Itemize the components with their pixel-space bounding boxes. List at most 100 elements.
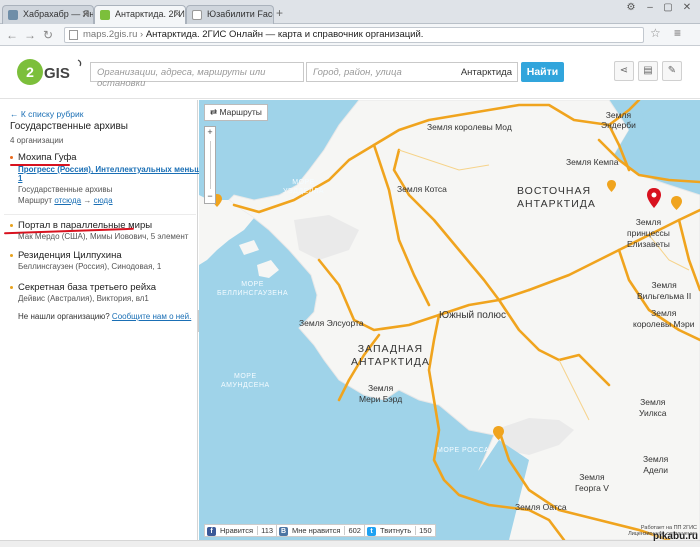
- org-count: 4 организации: [10, 136, 64, 145]
- tweet-button[interactable]: t Твитнуть 150: [364, 524, 436, 537]
- report-org-link[interactable]: Сообщите нам о ней.: [112, 312, 191, 321]
- location-input[interactable]: Город, район, улица Антарктида: [306, 62, 518, 82]
- route-from-link[interactable]: отсюда: [54, 196, 81, 205]
- org-category: Государственные архивы: [18, 185, 113, 194]
- location-value: Антарктида: [460, 67, 512, 78]
- not-found-note: Не нашли организацию? Сообщите нам о ней…: [18, 312, 191, 321]
- org-publisher-link[interactable]: Прогресс (Россия), Интеллектуальных мень…: [18, 165, 226, 174]
- zoom-out-button[interactable]: −: [205, 191, 215, 201]
- map-label-zemlya-korolevy-mod: Земля королевы Мод: [427, 122, 512, 132]
- map[interactable]: Земля Эндерби Земля королевы Мод Земля Ке…: [199, 100, 700, 540]
- org-address: Мак Мердо (США), Мимы Иовович, 5 элемент: [18, 232, 189, 241]
- share-icon[interactable]: ⋖: [614, 61, 634, 81]
- list-item[interactable]: Мохипа Гуфа Прогресс (Россия), Интеллект…: [10, 152, 226, 212]
- map-label-more-amundsena: МОРЕ АМУНДСЕНА: [221, 373, 270, 389]
- bookmark-star-icon[interactable]: ☆: [650, 26, 661, 40]
- island: [257, 260, 279, 278]
- tweet-label: Твитнуть: [380, 526, 412, 535]
- twitter-icon: t: [367, 527, 376, 536]
- map-label-zemlya-kotsa: Земля Котса: [397, 184, 447, 194]
- routes-button[interactable]: ⇄ Маршруты: [204, 104, 268, 121]
- org-address: Дейвис (Австралия), Виктория, вл1: [18, 294, 149, 303]
- close-tab-icon[interactable]: ✕: [81, 9, 89, 20]
- new-tab-icon[interactable]: +: [276, 6, 283, 20]
- not-found-text: Не нашли организацию?: [18, 312, 110, 321]
- org-name[interactable]: Мохипа Гуфа: [18, 152, 77, 163]
- close-window-icon[interactable]: ✕: [678, 2, 696, 16]
- url-title: Антарктида. 2ГИС Онлайн — карта и справо…: [145, 29, 424, 40]
- browser-menu-icon[interactable]: ≡: [674, 26, 681, 40]
- url-separator: ›: [137, 29, 146, 40]
- feedback-icon[interactable]: ✎: [662, 61, 682, 81]
- svg-text:GIS: GIS: [44, 65, 70, 82]
- svg-text:2: 2: [26, 64, 34, 80]
- minimize-icon[interactable]: –: [641, 2, 659, 16]
- url-host: maps.2gis.ru: [83, 29, 138, 40]
- map-label-zemlya-adeli: Земля Адели: [643, 454, 669, 475]
- map-marker-orange-icon[interactable]: [607, 180, 616, 192]
- zoom-in-button[interactable]: +: [205, 127, 215, 137]
- map-label-zemlya-meri-berd: Земля Мери Бэрд: [359, 383, 403, 404]
- print-icon[interactable]: ▤: [638, 61, 658, 81]
- map-label-zemlya-korolevy-meri: Земля королевы Мэри: [633, 308, 695, 329]
- settings-icon[interactable]: ⚙: [622, 2, 640, 16]
- route-arrow: →: [83, 196, 92, 205]
- org-name[interactable]: Резиденция Цилпухина: [18, 250, 122, 261]
- route-to-link[interactable]: сюда: [94, 196, 113, 205]
- org-name[interactable]: Секретная база третьего рейха: [18, 282, 156, 293]
- org-publisher-link-line2[interactable]: 1: [18, 174, 22, 183]
- 2gis-logo[interactable]: 2 GIS: [16, 56, 86, 88]
- coast-bay: [654, 100, 700, 160]
- bullet-icon: [10, 156, 13, 159]
- vk-icon: B: [279, 527, 288, 536]
- map-marker-orange-icon[interactable]: [671, 196, 682, 210]
- page-icon: [69, 30, 78, 40]
- tweet-count: 150: [415, 526, 432, 535]
- reload-icon[interactable]: ↻: [40, 27, 56, 43]
- page-favicon-icon: [192, 10, 202, 20]
- map-marker-red-icon[interactable]: [647, 188, 661, 208]
- map-label-yuzhny-polyus: Южный полюс: [439, 310, 506, 321]
- map-label-zemlya-elsuorta: Земля Элсуорта: [299, 318, 364, 328]
- vk-like-button[interactable]: B Мне нравится 602: [276, 524, 365, 537]
- habr-favicon-icon: [8, 10, 18, 20]
- facebook-icon: f: [207, 527, 216, 536]
- maximize-icon[interactable]: ▢: [659, 2, 677, 16]
- map-label-zapadnaya-antarktida: ЗАПАДНАЯ АНТАРКТИДА: [351, 343, 430, 368]
- watermark: pikabu.ru: [652, 531, 698, 542]
- map-marker-orange-icon[interactable]: [493, 426, 504, 440]
- url-field[interactable]: maps.2gis.ru › Антарктида. 2ГИС Онлайн —…: [64, 27, 644, 43]
- map-label-more-uedella: МОРЕ УЭДДЕЛЛА: [283, 179, 325, 195]
- map-label-zemlya-princessy-elizavety: Земля принцессы Елизаветы: [627, 217, 670, 249]
- map-label-zemlya-georga: Земля Георга V: [575, 472, 609, 493]
- browser-tab-title: Юзабилити Facebook…: [207, 9, 273, 19]
- back-icon[interactable]: ←: [4, 27, 20, 43]
- search-input[interactable]: Организации, адреса, маршруты или остано…: [90, 62, 304, 89]
- list-item[interactable]: Портал в параллельные миры Мак Мердо (СШ…: [4, 220, 196, 244]
- location-placeholder: Город, район, улица: [313, 67, 402, 78]
- map-label-zemlya-vilgelma: Земля Вильгельма II: [637, 280, 692, 301]
- vk-like-label: Мне нравится: [292, 526, 341, 535]
- facebook-like-button[interactable]: f Нравится 113: [204, 524, 278, 537]
- bullet-icon: [10, 224, 13, 227]
- find-button[interactable]: Найти: [521, 62, 564, 82]
- sidebar: ← К списку рубрик Государственные архивы…: [0, 100, 226, 540]
- list-item[interactable]: Резиденция Цилпухина Беллинсгаузен (Росс…: [10, 250, 196, 274]
- back-to-rubrics-link[interactable]: ← К списку рубрик: [10, 109, 84, 119]
- map-label-zemlya-uilksa: Земля Уилкса: [639, 397, 667, 418]
- facebook-like-count: 113: [257, 526, 273, 535]
- browser-tab-2gis[interactable]: Антарктида. 2ГИС Он… ✕: [94, 5, 186, 24]
- vk-like-count: 602: [344, 526, 361, 535]
- close-tab-icon[interactable]: ✕: [173, 9, 181, 20]
- route-prefix: Маршрут: [18, 196, 53, 205]
- org-route: Маршрут отсюда → сюда: [18, 196, 113, 205]
- bullet-icon: [10, 254, 13, 257]
- forward-icon[interactable]: →: [22, 27, 38, 43]
- browser-tab-habr[interactable]: Хабрахабр — Яндекс… ✕: [2, 5, 94, 24]
- routes-button-label: Маршруты: [219, 107, 262, 117]
- rubric-title: Государственные архивы: [10, 121, 128, 132]
- browser-tab-facebook[interactable]: Юзабилити Facebook…: [186, 5, 274, 24]
- zoom-slider-track[interactable]: [210, 141, 211, 189]
- map-label-more-rossa: МОРЕ РОССА: [437, 447, 490, 454]
- list-item[interactable]: Секретная база третьего рейха Дейвис (Ав…: [10, 282, 196, 306]
